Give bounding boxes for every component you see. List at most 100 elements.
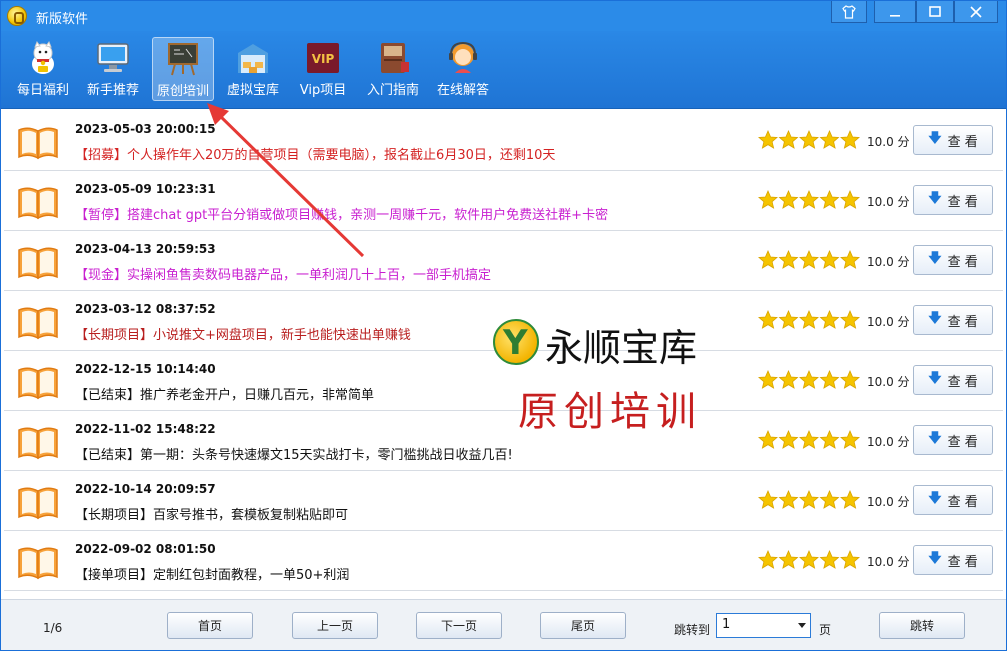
star-icon xyxy=(840,550,860,569)
maximize-button[interactable] xyxy=(916,1,954,23)
page-info: 1/6 xyxy=(43,621,63,635)
toolbar-label: 新手推荐 xyxy=(86,83,139,98)
item-date: 2023-05-09 10:23:31 xyxy=(75,182,216,196)
rating-stars xyxy=(758,430,860,449)
rating-stars xyxy=(758,550,860,569)
rating-stars xyxy=(758,490,860,509)
star-icon xyxy=(778,190,799,209)
list-item: 2023-04-13 20:59:53 【现金】实操闲鱼售卖数码电器产品，一单利润… xyxy=(4,231,1003,291)
star-icon xyxy=(799,190,819,209)
star-icon xyxy=(819,370,840,389)
item-score: 10.0 分 xyxy=(867,435,910,449)
last-page-button[interactable]: 尾页 xyxy=(540,612,626,639)
jump-button[interactable]: 跳转 xyxy=(879,612,965,639)
star-icon xyxy=(778,550,799,569)
view-button[interactable]: 🡇 查 看 xyxy=(913,425,993,455)
star-icon xyxy=(819,250,840,269)
item-date: 2022-10-14 20:09:57 xyxy=(75,482,216,496)
item-date: 2022-12-15 10:14:40 xyxy=(75,362,216,376)
vip-badge-text: VIP xyxy=(312,52,335,66)
toolbar-online-help[interactable]: 在线解答 xyxy=(433,37,493,101)
star-icon xyxy=(778,430,799,449)
item-score: 10.0 分 xyxy=(867,555,910,569)
item-title-link[interactable]: 【已结束】推广养老金开户，日赚几百元，非常简单 xyxy=(75,384,374,403)
star-icon xyxy=(840,490,860,509)
item-date: 2023-04-13 20:59:53 xyxy=(75,242,216,256)
toolbar-vip-projects[interactable]: VIP Vip项目 xyxy=(293,37,353,101)
view-button[interactable]: 🡇 查 看 xyxy=(913,485,993,515)
star-icon xyxy=(819,430,840,449)
toolbar-virtual-vault[interactable]: 虚拟宝库 xyxy=(223,37,283,101)
star-icon xyxy=(799,250,819,269)
skin-button[interactable] xyxy=(831,1,867,23)
star-icon xyxy=(778,250,799,269)
lucky-cat-icon xyxy=(32,40,54,74)
view-button[interactable]: 🡇 查 看 xyxy=(913,125,993,155)
book-icon xyxy=(18,547,58,580)
item-title-link[interactable]: 【现金】实操闲鱼售卖数码电器产品，一单利润几十上百，一部手机搞定 xyxy=(75,264,491,283)
star-icon xyxy=(778,310,799,329)
item-title-link[interactable]: 【已结束】第一期：头条号快速爆文15天实战打卡，零门槛挑战日收益几百! xyxy=(75,444,513,463)
item-score: 10.0 分 xyxy=(867,495,910,509)
download-arrow-icon: 🡇 xyxy=(928,551,942,566)
star-icon xyxy=(758,310,778,329)
list-item: 2022-10-14 20:09:57 【长期项目】百家号推书，套模板复制粘贴即可… xyxy=(4,471,1003,531)
prev-page-button[interactable]: 上一页 xyxy=(292,612,378,639)
item-score: 10.0 分 xyxy=(867,255,910,269)
first-page-button[interactable]: 首页 xyxy=(167,612,253,639)
toolbar-original-training[interactable]: 原创培训 xyxy=(152,37,214,101)
minimize-button[interactable] xyxy=(874,1,916,23)
item-title-link[interactable]: 【长期项目】百家号推书，套模板复制粘贴即可 xyxy=(75,504,348,523)
rating-stars xyxy=(758,130,860,149)
view-button-label: 查 看 xyxy=(947,434,978,450)
item-score: 10.0 分 xyxy=(867,135,910,149)
guide-book-icon xyxy=(381,43,409,73)
close-button[interactable] xyxy=(954,1,998,23)
rating-stars xyxy=(758,370,860,389)
toolbar-label: 虚拟宝库 xyxy=(226,83,279,98)
title-bar[interactable]: 新版软件 xyxy=(1,1,1006,31)
star-icon xyxy=(799,490,819,509)
star-icon xyxy=(758,190,778,209)
star-icon xyxy=(840,310,860,329)
view-button[interactable]: 🡇 查 看 xyxy=(913,545,993,575)
vip-icon: VIP xyxy=(307,43,339,73)
download-arrow-icon: 🡇 xyxy=(928,311,942,326)
toolbar-getting-started[interactable]: 入门指南 xyxy=(362,37,424,101)
next-page-button[interactable]: 下一页 xyxy=(416,612,502,639)
star-icon xyxy=(840,250,860,269)
rating-stars xyxy=(758,190,860,209)
view-button[interactable]: 🡇 查 看 xyxy=(913,365,993,395)
item-score: 10.0 分 xyxy=(867,375,910,389)
view-button-label: 查 看 xyxy=(947,554,978,570)
view-button[interactable]: 🡇 查 看 xyxy=(913,305,993,335)
chalkboard-icon xyxy=(168,43,198,76)
main-toolbar: 每日福利 新手推荐 原创培训 虚拟宝库 VIP Vip项目 入门指南 在线解答 xyxy=(1,31,1006,109)
app-logo-icon xyxy=(7,6,27,26)
view-button[interactable]: 🡇 查 看 xyxy=(913,245,993,275)
view-button-label: 查 看 xyxy=(947,374,978,390)
view-button-label: 查 看 xyxy=(947,314,978,330)
watermark-name: 永顺宝库 xyxy=(545,326,698,370)
item-title-link[interactable]: 【接单项目】定制红包封面教程，一单50+利润 xyxy=(75,564,349,583)
item-date: 2022-11-02 15:48:22 xyxy=(75,422,216,436)
star-icon xyxy=(758,130,778,149)
view-button-label: 查 看 xyxy=(947,494,978,510)
star-icon xyxy=(778,130,799,149)
star-icon xyxy=(799,370,819,389)
page-unit: 页 xyxy=(819,623,832,637)
view-button[interactable]: 🡇 查 看 xyxy=(913,185,993,215)
item-score: 10.0 分 xyxy=(867,195,910,209)
toolbar-beginner-recommend[interactable]: 新手推荐 xyxy=(83,37,143,101)
book-icon xyxy=(18,187,58,220)
star-icon xyxy=(819,550,840,569)
item-title-link[interactable]: 【暂停】搭建chat gpt平台分销或做项目赚钱，亲测一周赚千元，软件用户免费送… xyxy=(75,204,608,223)
list-item: 2022-09-02 08:01:50 【接单项目】定制红包封面教程，一单50+利… xyxy=(4,531,1003,591)
item-title-link[interactable]: 【长期项目】小说推文+网盘项目，新手也能快速出单赚钱 xyxy=(75,324,411,343)
item-title-link[interactable]: 【招募】个人操作年入20万的自营项目（需要电脑），报名截止6月30日，还剩10天 xyxy=(75,144,555,163)
watermark-subtitle: 原创培训 xyxy=(518,389,702,435)
star-icon xyxy=(819,310,840,329)
toolbar-daily-benefit[interactable]: 每日福利 xyxy=(13,37,73,101)
book-icon xyxy=(18,427,58,460)
jump-page-select[interactable]: 1 xyxy=(716,613,811,638)
